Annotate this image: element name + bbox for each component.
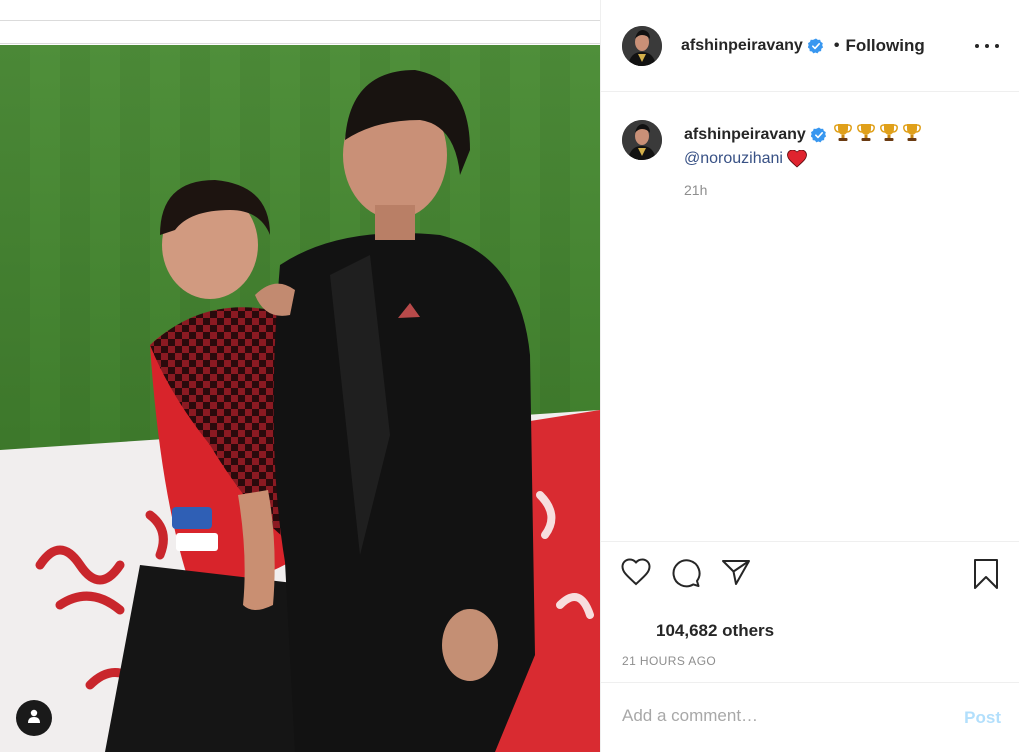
post-photo[interactable] bbox=[0, 45, 600, 752]
caption-username[interactable]: afshinpeiravany bbox=[684, 126, 806, 144]
user-tag-icon bbox=[26, 708, 42, 729]
avatar[interactable] bbox=[622, 25, 662, 66]
trophy-icon bbox=[856, 122, 876, 147]
caption-avatar[interactable] bbox=[622, 120, 662, 160]
bookmark-icon[interactable] bbox=[973, 558, 999, 595]
actions-bar bbox=[601, 541, 1019, 631]
verified-badge-icon bbox=[810, 127, 827, 143]
trophy-icon bbox=[833, 122, 853, 147]
comment-input[interactable] bbox=[622, 706, 942, 726]
post-comment-button[interactable]: Post bbox=[964, 708, 1001, 728]
trophy-icon bbox=[902, 122, 922, 147]
user-tag-button[interactable] bbox=[16, 700, 52, 736]
red-heart-icon bbox=[787, 150, 807, 168]
post-timestamp[interactable]: 21 HOURS AGO bbox=[622, 654, 716, 668]
mention-link[interactable]: @norouzihani bbox=[684, 150, 783, 168]
post-details-panel: afshinpeiravany • Following afshinpeirav… bbox=[600, 0, 1019, 752]
likes-count[interactable]: 104,682 others bbox=[656, 621, 774, 641]
caption: afshinpeiravany @norouzihani 21h bbox=[622, 120, 1002, 198]
paper-plane-icon[interactable] bbox=[721, 558, 751, 591]
caption-time[interactable]: 21h bbox=[684, 182, 922, 198]
heart-outline-icon[interactable] bbox=[621, 558, 651, 591]
post-header: afshinpeiravany • Following bbox=[601, 0, 1019, 92]
verified-badge-icon bbox=[807, 38, 824, 54]
comment-bar: Post bbox=[601, 682, 1019, 752]
post-photo-area bbox=[0, 0, 600, 752]
comment-icon[interactable] bbox=[671, 558, 701, 593]
photo-top-bar bbox=[0, 0, 600, 44]
following-button[interactable]: Following bbox=[845, 36, 924, 56]
more-options-icon[interactable] bbox=[975, 38, 999, 54]
trophy-icon bbox=[879, 122, 899, 147]
separator-dot: • bbox=[833, 36, 840, 54]
username-link[interactable]: afshinpeiravany bbox=[681, 37, 803, 55]
trophy-emojis bbox=[833, 122, 922, 147]
